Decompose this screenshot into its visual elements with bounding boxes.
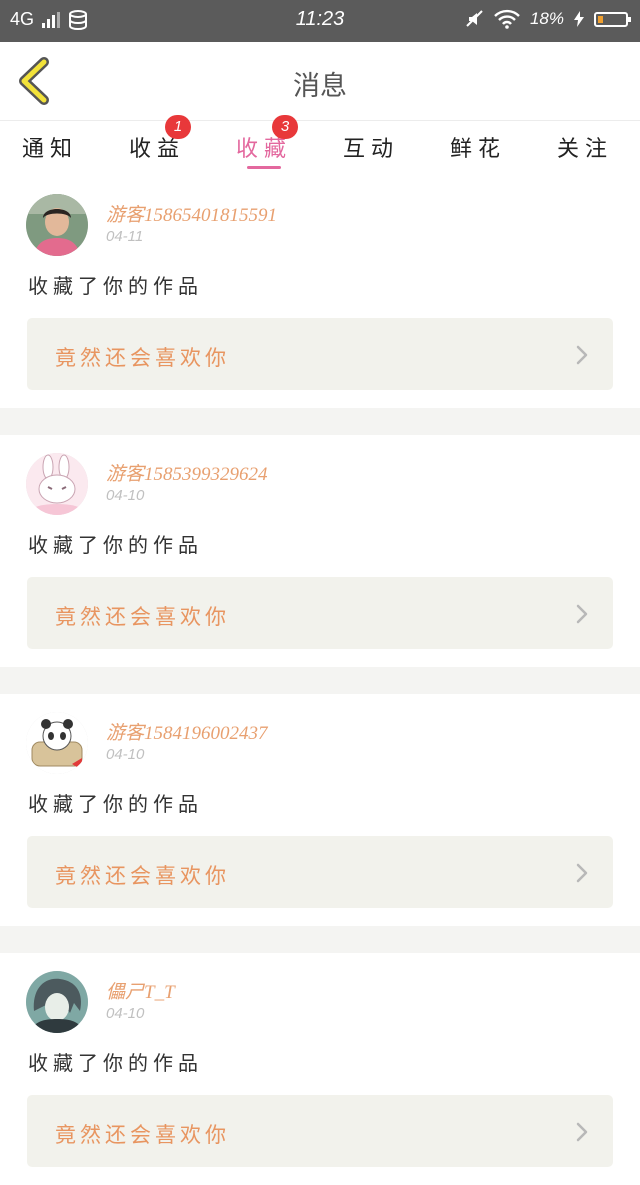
message-card: 游客1585399329624 04-10 收藏了你的作品竟然还会喜欢你 xyxy=(0,435,640,667)
message-card: 儡ㄕT_T 04-10 收藏了你的作品竟然还会喜欢你 xyxy=(0,953,640,1185)
work-link[interactable]: 竟然还会喜欢你 xyxy=(27,318,613,390)
username[interactable]: 游客15865401815591 xyxy=(106,200,277,227)
action-text: 收藏了你的作品 xyxy=(28,792,203,816)
active-tab-indicator xyxy=(247,166,281,169)
avatar[interactable] xyxy=(26,194,88,256)
message-date: 04-11 xyxy=(106,228,144,245)
wifi-icon xyxy=(494,9,520,29)
page-title: 消息 xyxy=(293,71,347,102)
username[interactable]: 游客1584196002437 xyxy=(106,718,268,745)
charging-icon xyxy=(574,11,584,27)
battery-percent: 18% xyxy=(529,9,564,28)
action-text: 收藏了你的作品 xyxy=(28,1051,203,1075)
chevron-right-icon xyxy=(576,863,588,883)
work-link[interactable]: 竟然还会喜欢你 xyxy=(27,577,613,649)
action-text: 收藏了你的作品 xyxy=(28,533,203,557)
tab-notice[interactable]: 通知 xyxy=(0,121,100,177)
chevron-right-icon xyxy=(576,604,588,624)
username[interactable]: 儡ㄕT_T xyxy=(106,977,175,1004)
unread-badge: 3 xyxy=(272,115,298,139)
tab-label: 通知 xyxy=(21,137,78,162)
tab-bar: 通知 收益 1 收藏 3 互动 鲜花 关注 xyxy=(0,115,640,177)
message-date: 04-10 xyxy=(106,746,145,763)
chevron-right-icon xyxy=(576,1122,588,1142)
battery-icon xyxy=(594,11,631,27)
work-title: 竟然还会喜欢你 xyxy=(55,605,230,629)
avatar[interactable] xyxy=(26,712,88,774)
work-title: 竟然还会喜欢你 xyxy=(55,864,230,888)
unread-badge: 1 xyxy=(165,115,191,139)
message-card: 游客1584196002437 04-10 收藏了你的作品竟然还会喜欢你 xyxy=(0,694,640,926)
nav-bar: 消息 xyxy=(0,42,640,120)
message-date: 04-10 xyxy=(106,487,145,504)
work-link[interactable]: 竟然还会喜欢你 xyxy=(27,836,613,908)
avatar[interactable] xyxy=(26,971,88,1033)
tab-label: 鲜花 xyxy=(449,137,506,162)
message-card: 游客15865401815591 04-11 收藏了你的作品竟然还会喜欢你 xyxy=(0,176,640,408)
avatar[interactable] xyxy=(26,453,88,515)
tab-label: 互动 xyxy=(342,137,399,162)
tab-flowers[interactable]: 鲜花 xyxy=(428,121,528,177)
tab-follow[interactable]: 关注 xyxy=(535,121,635,177)
work-title: 竟然还会喜欢你 xyxy=(55,1123,230,1147)
username[interactable]: 游客1585399329624 xyxy=(106,459,268,486)
work-link[interactable]: 竟然还会喜欢你 xyxy=(27,1095,613,1167)
mute-icon xyxy=(466,10,483,27)
tab-favorites[interactable]: 收藏 3 xyxy=(214,115,314,177)
status-bar: 4G 11:23 18% xyxy=(0,0,640,42)
message-date: 04-10 xyxy=(106,1005,145,1022)
tab-interaction[interactable]: 互动 xyxy=(321,121,421,177)
tab-label: 关注 xyxy=(556,137,613,162)
work-title: 竟然还会喜欢你 xyxy=(55,346,230,370)
tab-income[interactable]: 收益 1 xyxy=(107,115,207,177)
chevron-right-icon xyxy=(576,345,588,365)
action-text: 收藏了你的作品 xyxy=(28,274,203,298)
